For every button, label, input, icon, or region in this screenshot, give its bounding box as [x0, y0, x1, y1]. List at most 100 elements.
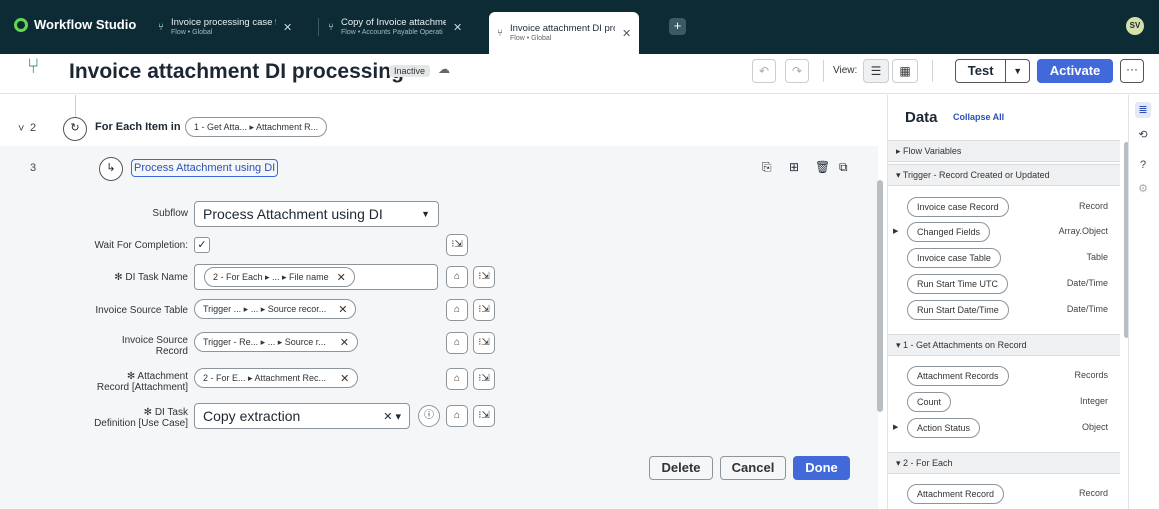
wait-for-completion-checkbox[interactable]: ✓: [194, 237, 210, 253]
redo-button[interactable]: ↷: [785, 59, 809, 83]
tab-invoice-processing-case[interactable]: ⑂ Invoice processing case for Flow • Glob…: [150, 12, 300, 42]
open-external-icon[interactable]: ⧉: [839, 160, 848, 175]
delete-button[interactable]: Delete: [649, 456, 713, 480]
close-tab-icon[interactable]: ✕: [622, 27, 631, 40]
data-type: Table: [1086, 252, 1108, 262]
tab-title: Copy of Invoice attachment: [341, 17, 446, 28]
invoice-source-record-pill[interactable]: Trigger - Re... ▸ ... ▸ Source r... ✕: [194, 332, 358, 352]
step-editor: [0, 146, 878, 509]
data-picker-icon[interactable]: ⁝⇲: [473, 368, 495, 390]
data-pill[interactable]: Run Start Time UTC: [907, 274, 1009, 294]
data-pill[interactable]: Changed Fields: [907, 222, 991, 242]
data-picker-icon[interactable]: ⁝⇲: [473, 299, 495, 321]
add-comment-icon[interactable]: ⊞: [789, 160, 799, 174]
activate-button[interactable]: Activate: [1037, 59, 1113, 83]
user-avatar[interactable]: SV: [1126, 17, 1144, 35]
app-name: Workflow Studio: [34, 17, 137, 32]
close-tab-icon[interactable]: ✕: [283, 21, 292, 34]
data-picker-icon[interactable]: ⁝⇲: [473, 266, 495, 288]
list-view-icon[interactable]: ☰: [863, 59, 889, 83]
divider: [932, 60, 933, 82]
script-icon[interactable]: ⌂: [446, 368, 468, 390]
data-type: Date/Time: [1066, 278, 1108, 288]
data-pill[interactable]: Count: [907, 392, 952, 412]
page-title: Invoice attachment DI processing: [69, 60, 404, 83]
test-button[interactable]: Test ▼: [955, 59, 1030, 83]
data-picker-icon[interactable]: ⁝⇲: [473, 405, 495, 427]
info-icon[interactable]: ⓘ: [418, 405, 440, 427]
step-title[interactable]: Process Attachment using DI: [131, 159, 279, 177]
app-brand[interactable]: Workflow Studio: [14, 17, 136, 32]
pill-text: Trigger - Re... ▸ ... ▸ Source r...: [203, 336, 326, 347]
diagnostics-icon[interactable]: ⚙: [1135, 181, 1151, 197]
tab-subtitle: Flow • Global: [171, 28, 213, 36]
tab-divider: [318, 18, 319, 36]
section-for-each[interactable]: ▾ 2 - For Each: [888, 452, 1120, 474]
expand-caret-icon[interactable]: ▶: [893, 227, 898, 235]
history-icon[interactable]: ⟲: [1135, 127, 1151, 143]
script-icon[interactable]: ⌂: [446, 299, 468, 321]
done-button[interactable]: Done: [793, 456, 850, 480]
section-flow-variables[interactable]: ▸ Flow Variables: [888, 140, 1120, 162]
script-icon[interactable]: ⌂: [446, 405, 468, 427]
di-task-definition-select[interactable]: Copy extraction ✕ ▾: [194, 403, 410, 429]
subflow-label: Subflow: [152, 208, 188, 219]
clear-and-dropdown-icon[interactable]: ✕ ▾: [383, 410, 401, 423]
invoice-source-table-label: Invoice Source Table: [95, 305, 188, 316]
grid-view-icon[interactable]: ▦: [892, 59, 918, 83]
data-type: Record: [1078, 488, 1108, 498]
remove-pill-icon[interactable]: ✕: [337, 271, 346, 284]
wait-for-completion-label: Wait For Completion:: [94, 240, 188, 251]
section-trigger[interactable]: ▾ Trigger - Record Created or Updated: [888, 164, 1120, 186]
section-get-attachments[interactable]: ▾ 1 - Get Attachments on Record: [888, 334, 1120, 356]
canvas-scrollbar[interactable]: [877, 180, 883, 412]
delete-icon[interactable]: 🗑: [815, 160, 830, 174]
copy-icon[interactable]: ⎘: [762, 160, 772, 175]
script-icon[interactable]: ⌂: [446, 266, 468, 288]
label-line: Definition [Use Case]: [94, 418, 188, 429]
chevron-down-icon: ▼: [421, 209, 430, 219]
pill-text: Trigger ... ▸ ... ▸ Source recor...: [203, 303, 327, 314]
for-each-data-pill[interactable]: 1 - Get Atta... ▸ Attachment R...: [185, 117, 328, 137]
subflow-select[interactable]: Process Attachment using DI ▼: [194, 201, 439, 227]
divider: [823, 60, 824, 82]
data-pill[interactable]: Attachment Record: [907, 484, 1005, 504]
remove-pill-icon[interactable]: ✕: [340, 336, 349, 349]
more-options-button[interactable]: ···: [1120, 59, 1144, 83]
remove-pill-icon[interactable]: ✕: [340, 372, 349, 385]
collapse-all-link[interactable]: Collapse All: [953, 112, 1004, 122]
help-icon[interactable]: ?: [1135, 157, 1151, 173]
tab-copy-of-invoice-attachment[interactable]: ⑂ Copy of Invoice attachment Flow • Accou…: [320, 12, 470, 42]
label-line: ✻ DI Task: [143, 407, 188, 418]
data-type: Date/Time: [1066, 304, 1108, 314]
undo-button[interactable]: ↶: [752, 59, 776, 83]
cancel-button[interactable]: Cancel: [720, 456, 786, 480]
subflow-icon: ↳: [99, 157, 123, 181]
data-pill[interactable]: Invoice case Table: [907, 248, 1001, 268]
data-picker-icon[interactable]: ⁝⇲: [473, 332, 495, 354]
close-tab-icon[interactable]: ✕: [453, 21, 462, 34]
script-icon[interactable]: ⌂: [446, 332, 468, 354]
attachment-record-pill[interactable]: 2 - For E... ▸ Attachment Rec... ✕: [194, 368, 359, 388]
di-task-name-pill[interactable]: 2 - For Each ▸ ... ▸ File name ✕: [204, 267, 355, 287]
tab-invoice-attachment-di[interactable]: ⑂ Invoice attachment DI proceFlow • Glob…: [489, 12, 640, 54]
pill-text: 2 - For Each ▸ ... ▸ File name: [213, 271, 329, 282]
di-task-definition-label: ✻ DI Task Definition [Use Case]: [70, 407, 188, 429]
attachment-record-label: ✻ Attachment Record [Attachment]: [70, 371, 188, 393]
data-pill[interactable]: Action Status: [907, 418, 981, 438]
data-picker-icon[interactable]: ⁝⇲: [446, 234, 468, 256]
flow-icon: ⑂: [328, 21, 334, 33]
invoice-source-record-label: Invoice Source Record: [70, 335, 188, 357]
data-pill[interactable]: Invoice case Record: [907, 197, 1009, 217]
invoice-source-table-pill[interactable]: Trigger ... ▸ ... ▸ Source recor... ✕: [194, 299, 357, 319]
remove-pill-icon[interactable]: ✕: [338, 303, 347, 316]
database-icon[interactable]: ≣: [1135, 102, 1151, 118]
data-pill[interactable]: Attachment Records: [907, 366, 1009, 386]
row-collapse-icon[interactable]: ˅: [18, 123, 24, 135]
label-line: Record: [155, 346, 188, 357]
chevron-down-icon[interactable]: ▼: [1005, 60, 1029, 82]
new-tab-button[interactable]: +: [669, 18, 686, 35]
test-label: Test: [967, 63, 994, 78]
expand-caret-icon[interactable]: ▶: [893, 423, 898, 431]
data-pill[interactable]: Run Start Date/Time: [907, 300, 1009, 320]
